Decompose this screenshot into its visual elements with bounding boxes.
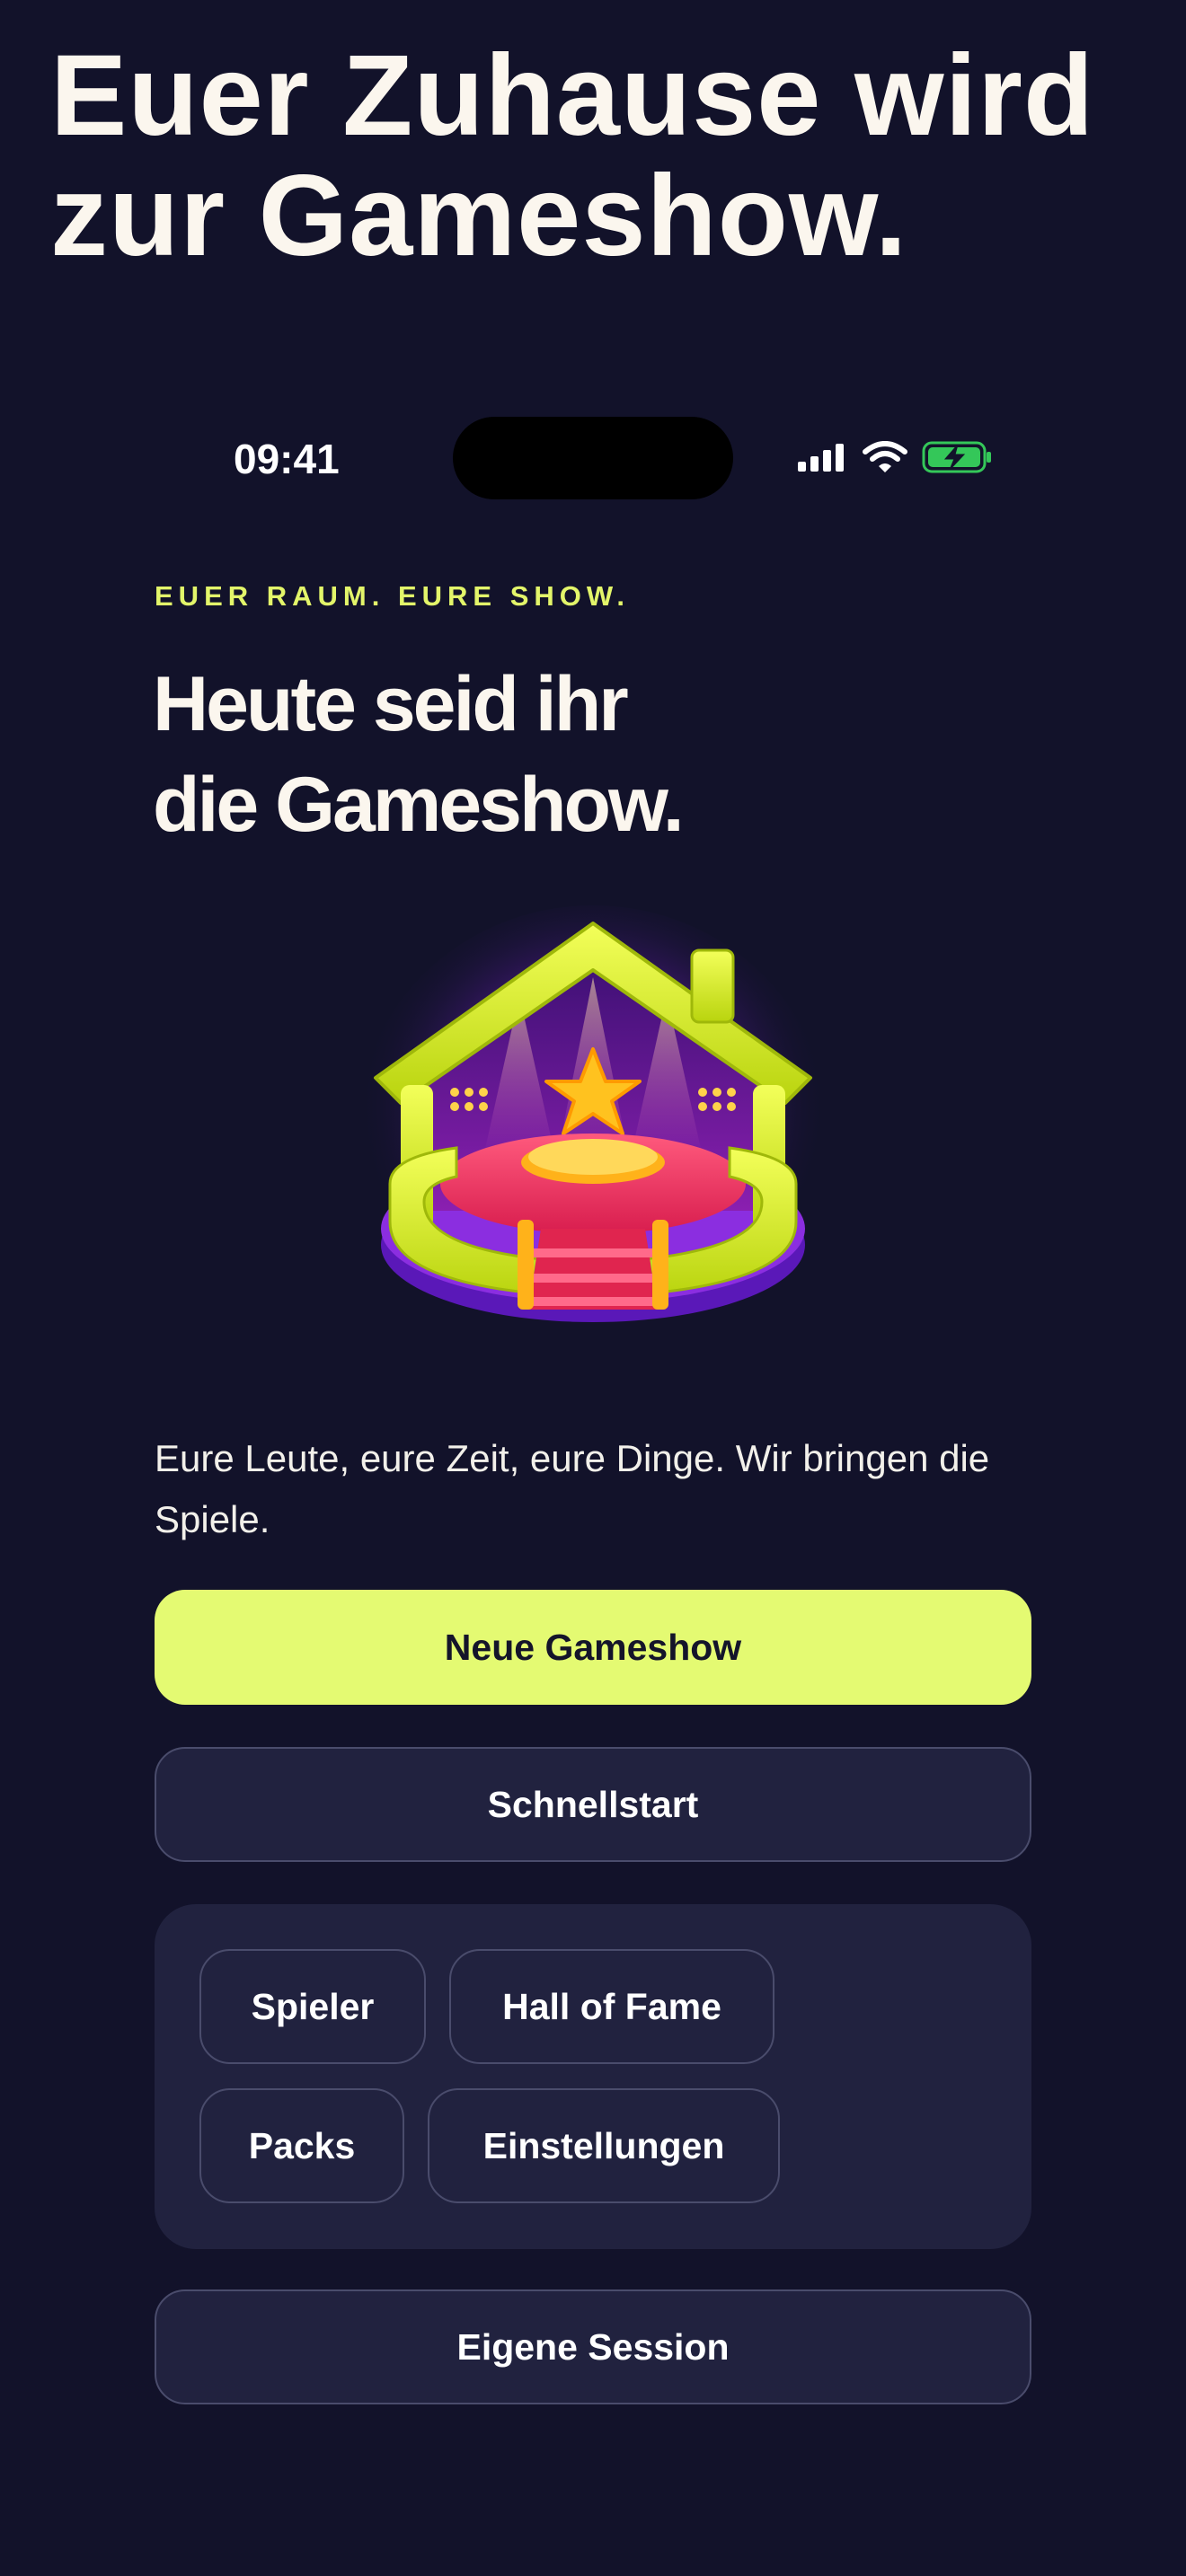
marketing-headline: Euer Zuhause wird zur Gameshow. (50, 36, 1155, 277)
hero-title-line-2: die Gameshow. (153, 762, 685, 848)
status-time: 09:41 (234, 436, 340, 482)
new-gameshow-button[interactable]: Neue Gameshow (155, 1590, 1031, 1705)
dynamic-island (453, 417, 733, 499)
gameshow-house-illustration (349, 887, 837, 1376)
house-stage-icon (358, 905, 828, 1354)
tagline: Eure Leute, eure Zeit, eure Dinge. Wir b… (155, 1437, 990, 1540)
shortcuts-panel: Spieler Hall of Fame Packs Einstellungen (155, 1904, 1031, 2249)
hero-title: Heute seid ihr die Gameshow. (153, 654, 1051, 855)
battery-charging-icon (922, 441, 991, 473)
settings-chip[interactable]: Einstellungen (428, 2088, 780, 2203)
eyebrow-label: EUER RAUM. EURE SHOW. (155, 580, 631, 612)
custom-session-button[interactable]: Eigene Session (155, 2289, 1031, 2404)
headline-line-1: Euer Zuhause wird (50, 31, 1095, 160)
packs-chip[interactable]: Packs (199, 2088, 404, 2203)
hall-of-fame-chip[interactable]: Hall of Fame (449, 1949, 774, 2064)
players-chip[interactable]: Spieler (199, 1949, 426, 2064)
hero-title-line-1: Heute seid ihr (153, 661, 629, 747)
status-icons (796, 435, 994, 480)
wifi-icon (863, 441, 907, 472)
headline-line-2: zur Gameshow. (50, 152, 908, 280)
quick-start-button[interactable]: Schnellstart (155, 1747, 1031, 1862)
status-bar: 09:41 (0, 413, 1186, 503)
cellular-signal-icon (798, 444, 844, 472)
